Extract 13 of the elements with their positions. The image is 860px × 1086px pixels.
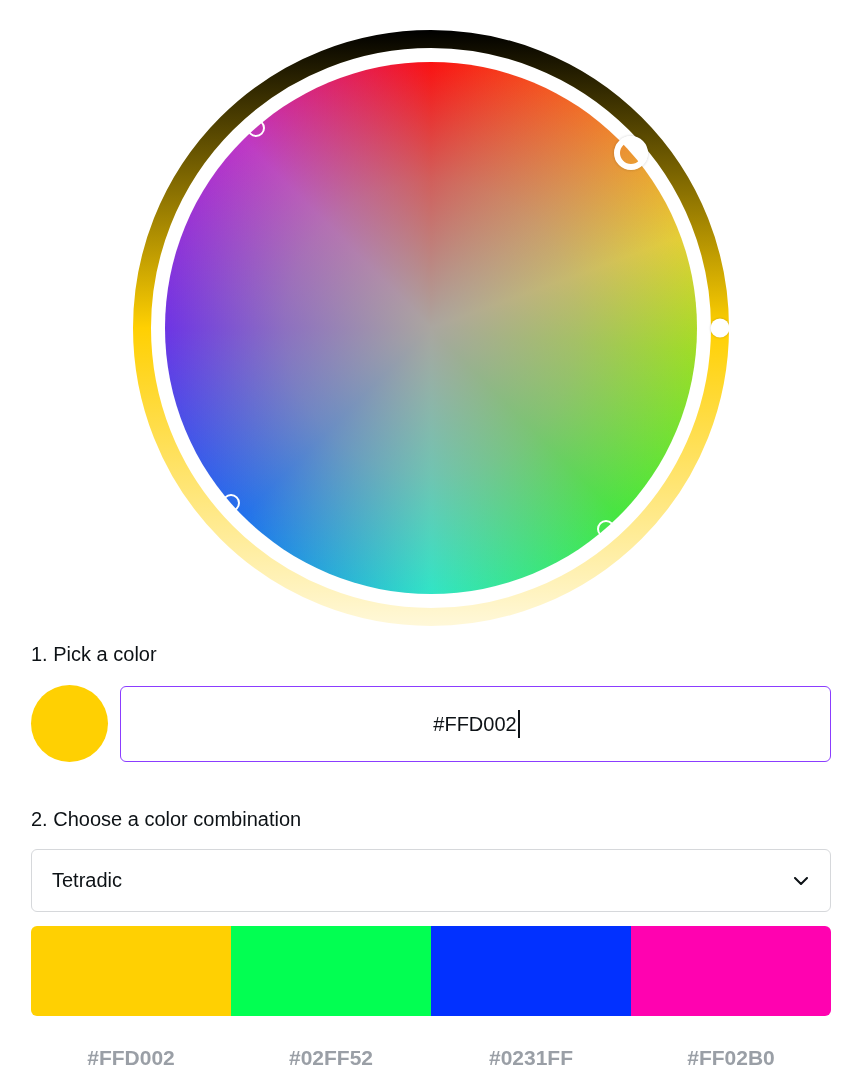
hex-code-label: #02FF52: [288, 1046, 374, 1070]
hex-code-label: #0231FF: [488, 1046, 574, 1070]
chevron-down-icon: [794, 876, 808, 885]
color-handle: [246, 119, 265, 138]
slider-thumb[interactable]: [710, 318, 729, 338]
brightness-slider-track[interactable]: [430, 30, 729, 626]
step-label: 2. Choose a color combination: [31, 807, 303, 831]
hex-code-label: #FFD002: [87, 1046, 175, 1070]
color-handle[interactable]: [614, 135, 649, 170]
hex-code-label: #FF02B0: [687, 1046, 775, 1070]
combination-dropdown[interactable]: Tetradic: [31, 849, 831, 912]
step-label: 1. Pick a color: [31, 642, 158, 666]
hex-input-field[interactable]: #FFD002: [120, 685, 831, 762]
